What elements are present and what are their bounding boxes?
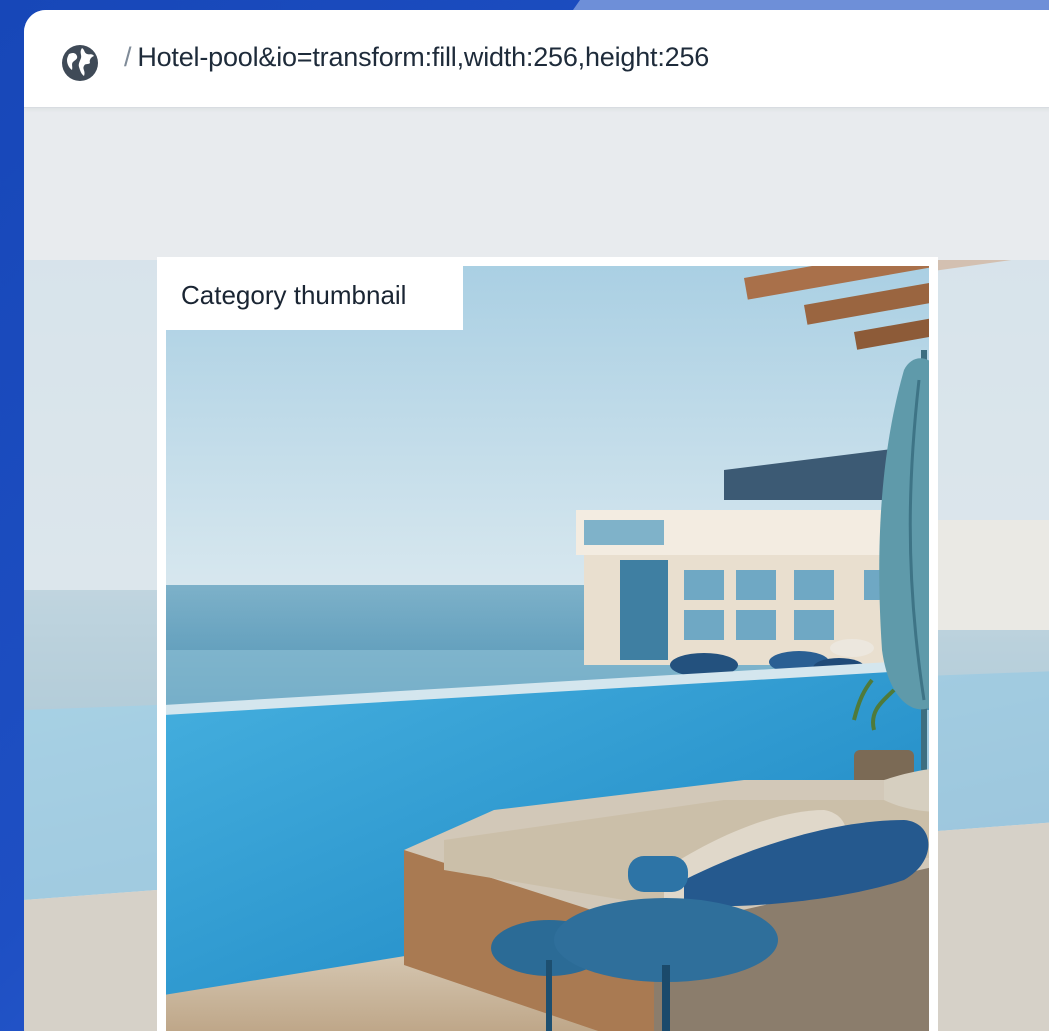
thumbnail-label-tab: Category thumbnail xyxy=(157,258,463,330)
thumbnail-label: Category thumbnail xyxy=(181,280,407,310)
url-path: Hotel-pool&io=transform:fill,width:256,h… xyxy=(137,42,710,72)
url-separator: / xyxy=(124,42,132,72)
hotel-pool-photo xyxy=(166,266,929,1031)
browser-window: / Hotel-pool&io=transform:fill,width:256,… xyxy=(24,10,1049,1031)
thumbnail-frame[interactable] xyxy=(157,257,938,1031)
url-field[interactable]: / Hotel-pool&io=transform:fill,width:256,… xyxy=(124,42,709,73)
globe-icon xyxy=(62,45,98,81)
address-bar[interactable]: / Hotel-pool&io=transform:fill,width:256,… xyxy=(24,10,1049,108)
